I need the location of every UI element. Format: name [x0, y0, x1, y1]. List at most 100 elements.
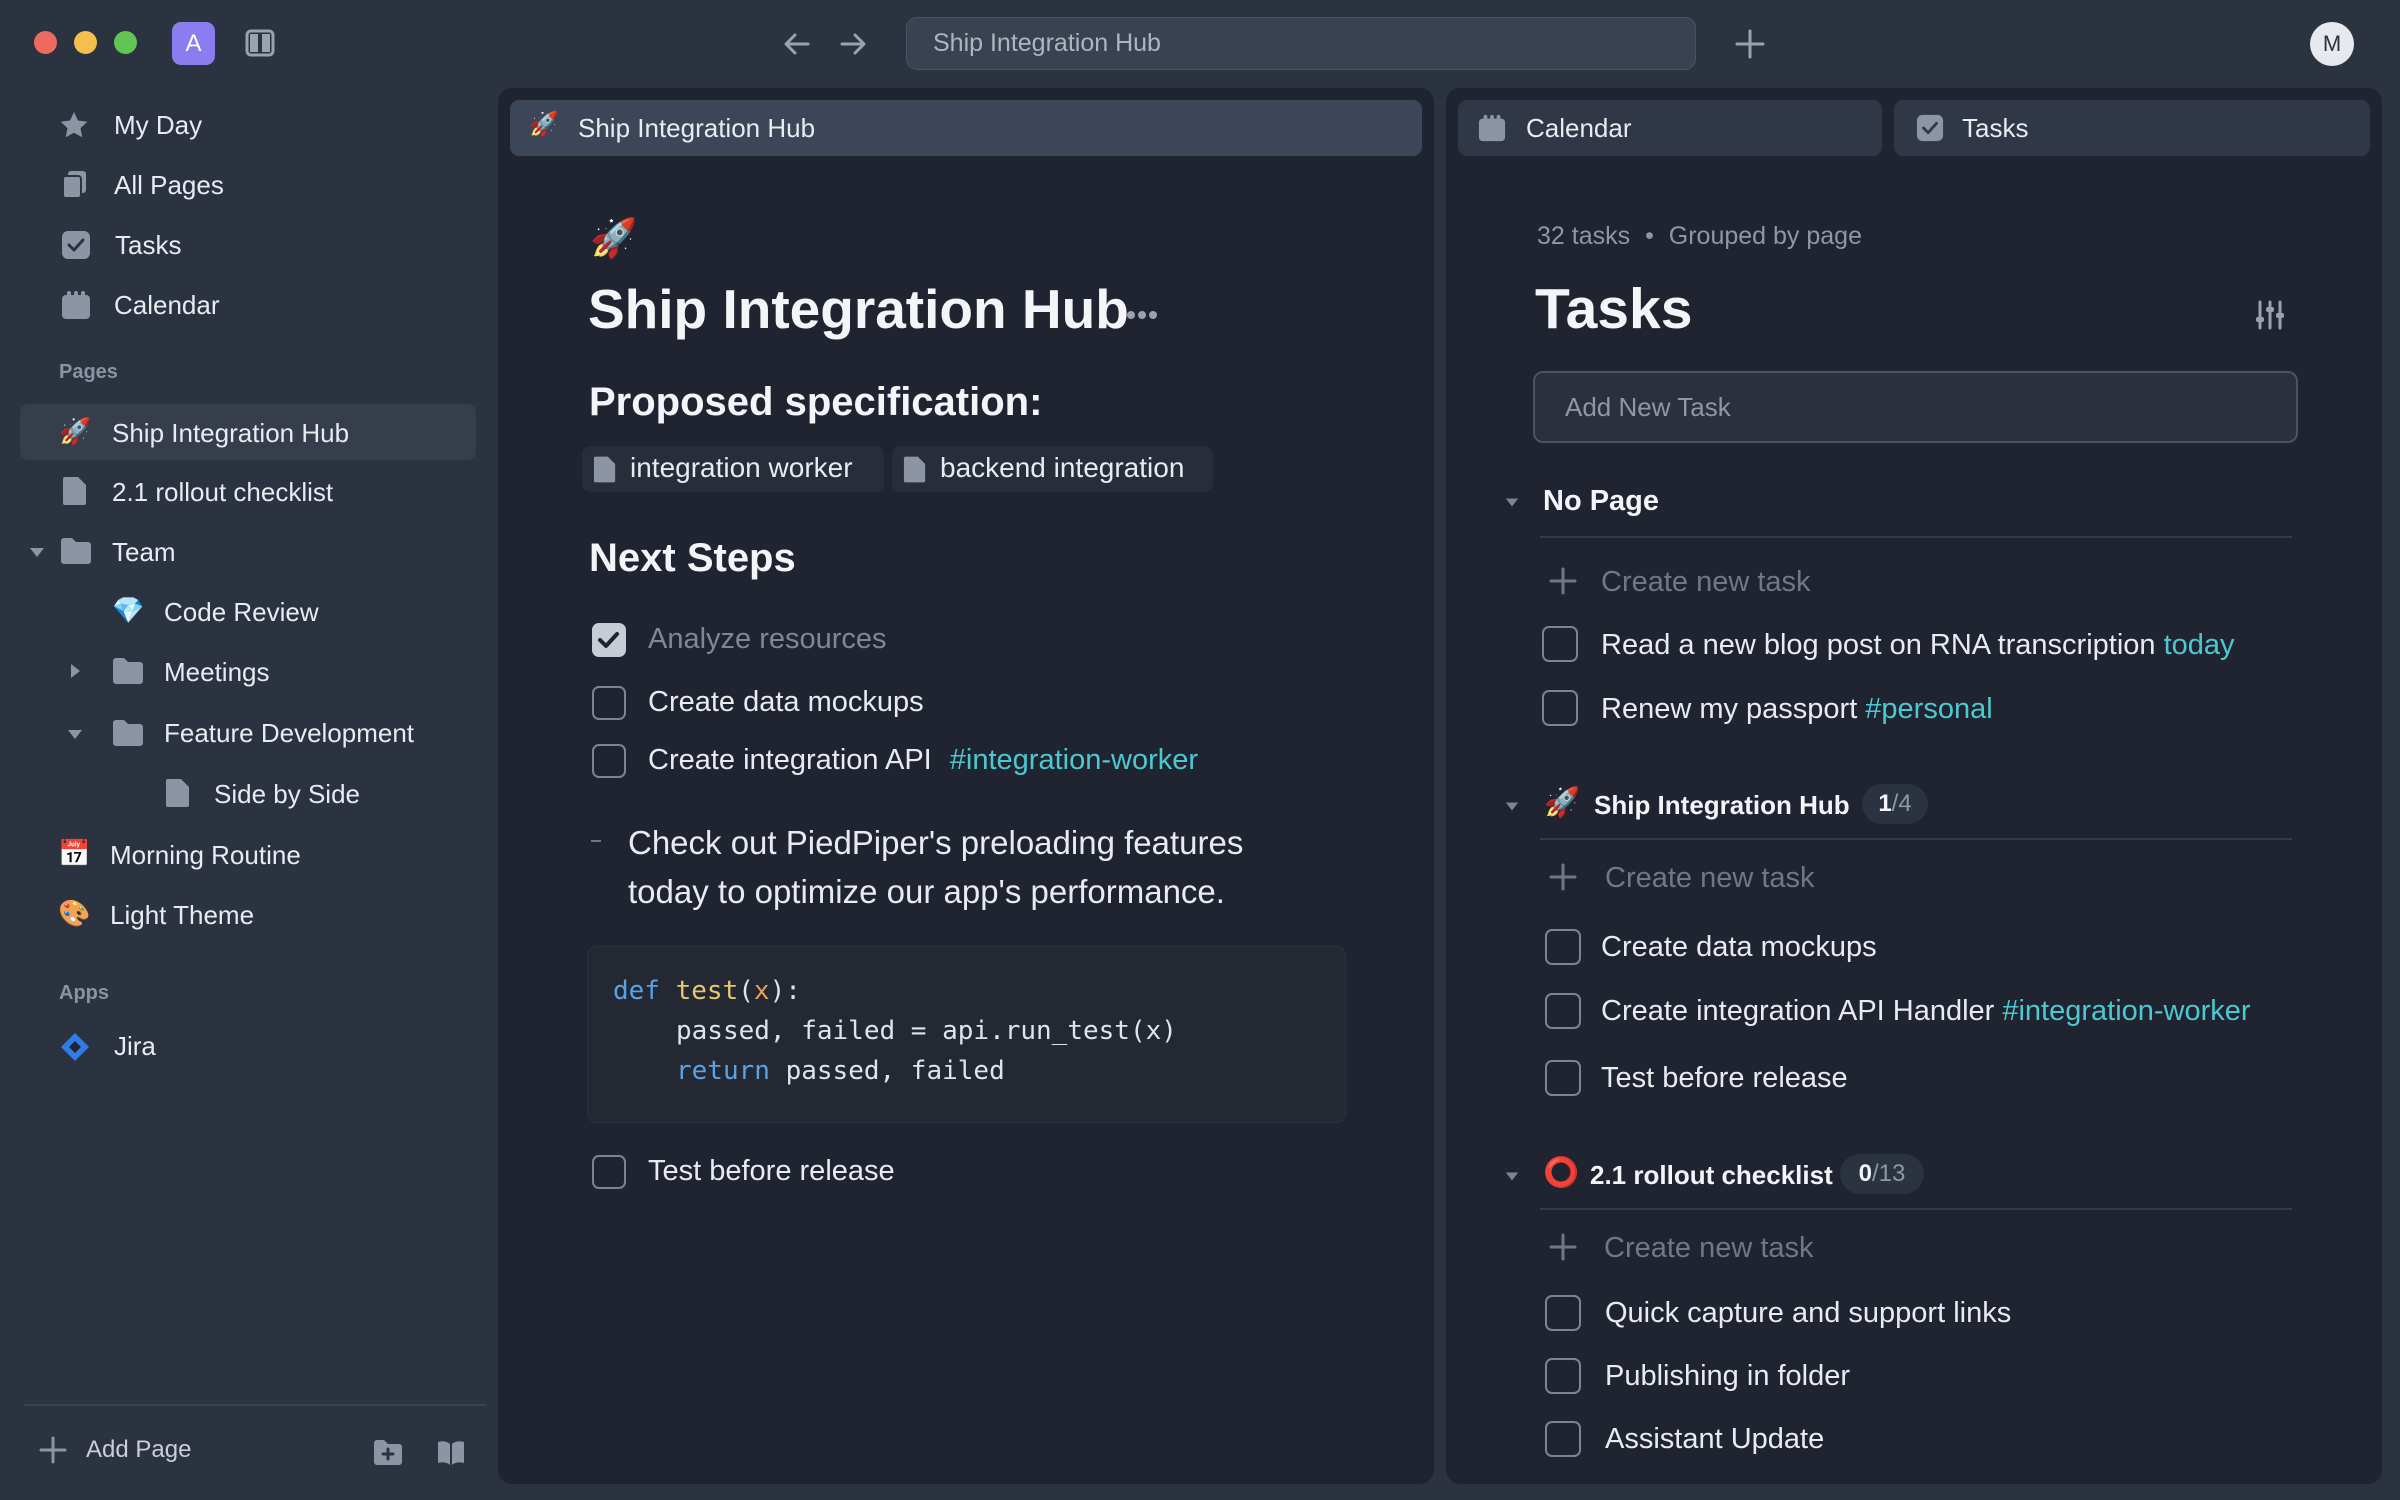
task-text[interactable]: Quick capture and support links — [1605, 1297, 2011, 1330]
book-icon[interactable] — [436, 1439, 466, 1467]
task-checkbox[interactable] — [1545, 1295, 1581, 1331]
sidebar-label: Tasks — [115, 230, 182, 260]
task-text[interactable]: Read a new blog post on RNA transcriptio… — [1601, 629, 2156, 661]
close-window-button[interactable] — [34, 31, 57, 54]
progress-count: 1/4 — [1862, 784, 1928, 824]
rocket-icon: 🚀 — [59, 416, 92, 446]
add-page-button[interactable]: Add Page — [86, 1436, 191, 1464]
code-argument: x — [753, 976, 770, 1006]
sidebar-divider — [24, 1404, 486, 1406]
jira-icon — [60, 1032, 90, 1062]
address-bar[interactable]: Ship Integration Hub — [906, 17, 1696, 70]
plus-icon[interactable] — [1548, 862, 1578, 892]
add-task-input[interactable]: Add New Task — [1533, 371, 2298, 443]
red-circle-icon: ⭕ — [1543, 1157, 1580, 1189]
create-task-button[interactable]: Create new task — [1605, 862, 1815, 895]
star-icon — [59, 110, 89, 140]
chevron-down-icon[interactable] — [66, 725, 84, 743]
todo-checkbox[interactable] — [592, 1155, 626, 1189]
rocket-icon: 🚀 — [1544, 787, 1581, 819]
chevron-right-icon[interactable] — [66, 662, 84, 680]
done-count: 1 — [1878, 790, 1892, 817]
progress-count: 0/13 — [1840, 1154, 1924, 1194]
back-arrow-icon[interactable] — [780, 27, 814, 61]
code-keyword: return — [676, 1056, 770, 1086]
task-item: Renew my passport #personal — [1601, 693, 1993, 726]
grouping-label[interactable]: Grouped by page — [1669, 222, 1862, 250]
code-function: test — [675, 976, 739, 1006]
todo-checkbox[interactable] — [592, 744, 626, 778]
tag-link[interactable]: #integration-worker — [2002, 995, 2250, 1027]
todo-checkbox[interactable] — [592, 623, 626, 657]
rocket-icon: 🚀 — [529, 111, 559, 138]
chevron-down-icon[interactable] — [1504, 1168, 1520, 1184]
sidebar-item-meetings[interactable] — [100, 643, 476, 699]
code-line-3: return passed, failed — [676, 1056, 1005, 1086]
chevron-down-icon[interactable] — [28, 543, 46, 561]
todo-text[interactable]: Test before release — [648, 1155, 895, 1188]
document-icon — [903, 455, 927, 484]
new-folder-icon[interactable] — [373, 1439, 403, 1467]
task-checkbox[interactable] — [1545, 1358, 1581, 1394]
task-checkbox[interactable] — [1542, 690, 1578, 726]
minimize-window-button[interactable] — [74, 31, 97, 54]
tag-link[interactable]: #integration-worker — [950, 744, 1198, 776]
create-task-button[interactable]: Create new task — [1601, 566, 1811, 599]
code-keyword: def — [613, 976, 660, 1006]
tab-label: Calendar — [1526, 113, 1632, 143]
zoom-window-button[interactable] — [114, 31, 137, 54]
plus-icon[interactable] — [1548, 1232, 1578, 1262]
tab-calendar[interactable] — [1458, 100, 1882, 156]
gem-icon: 💎 — [112, 595, 145, 625]
pages-icon — [61, 170, 89, 200]
sidebar-label: 2.1 rollout checklist — [112, 477, 334, 507]
todo-checkbox[interactable] — [592, 686, 626, 720]
plus-icon[interactable] — [1548, 566, 1578, 596]
page-title[interactable]: Ship Integration Hub — [588, 277, 1129, 341]
user-avatar[interactable]: M — [2310, 22, 2354, 66]
task-checkbox[interactable] — [1545, 929, 1581, 965]
forward-arrow-icon[interactable] — [836, 27, 870, 61]
total-count: /13 — [1871, 1160, 1906, 1187]
task-text[interactable]: Test before release — [1601, 1062, 1848, 1095]
bullet-text[interactable]: Check out PiedPiper's preloading feature… — [628, 818, 1318, 916]
task-item: Create integration API Handler #integrati… — [1601, 995, 2251, 1028]
workspace-avatar[interactable]: A — [172, 22, 215, 65]
todo-text[interactable]: Create data mockups — [648, 686, 924, 719]
group-title[interactable]: Ship Integration Hub — [1594, 790, 1850, 821]
group-title[interactable]: No Page — [1543, 485, 1659, 518]
todo-text[interactable]: Create integration API — [648, 744, 932, 776]
task-text[interactable]: Assistant Update — [1605, 1423, 1824, 1456]
task-checkbox[interactable] — [1542, 626, 1578, 662]
code-line-2: passed, failed = api.run_test(x) — [676, 1016, 1177, 1046]
sidebar-label: Morning Routine — [110, 840, 301, 870]
more-options-icon[interactable] — [1127, 310, 1157, 320]
new-tab-plus-icon[interactable] — [1734, 28, 1766, 60]
date-tag[interactable]: today — [2164, 629, 2235, 661]
task-item: Read a new blog post on RNA transcriptio… — [1601, 629, 2235, 662]
chevron-down-icon[interactable] — [1504, 798, 1520, 814]
group-title[interactable]: 2.1 rollout checklist — [1590, 1160, 1833, 1191]
task-text[interactable]: Create data mockups — [1601, 931, 1877, 964]
task-checkbox[interactable] — [1545, 1060, 1581, 1096]
chip-label: integration worker — [630, 452, 853, 483]
pages-section-heading: Pages — [59, 361, 118, 383]
filter-settings-icon[interactable] — [2254, 299, 2286, 331]
task-checkbox[interactable] — [1545, 1421, 1581, 1457]
task-text[interactable]: Publishing in folder — [1605, 1360, 1850, 1393]
task-text[interactable]: Renew my passport — [1601, 693, 1857, 725]
group-divider — [1540, 838, 2292, 840]
plus-icon[interactable] — [38, 1435, 68, 1465]
chevron-down-icon[interactable] — [1504, 494, 1520, 510]
task-text[interactable]: Create integration API Handler — [1601, 995, 1994, 1027]
code-paren: ): — [769, 976, 801, 1006]
create-task-button[interactable]: Create new task — [1604, 1232, 1814, 1265]
chip-label: backend integration — [940, 452, 1185, 483]
todo-text[interactable]: Analyze resources — [648, 623, 887, 656]
calendar-emoji-icon: 📅 — [58, 838, 91, 868]
task-checkbox[interactable] — [1545, 993, 1581, 1029]
toggle-sidebar-icon[interactable] — [245, 28, 275, 58]
rocket-icon[interactable]: 🚀 — [590, 220, 637, 258]
next-steps-heading: Next Steps — [589, 536, 796, 580]
tag-link[interactable]: #personal — [1865, 693, 1992, 725]
